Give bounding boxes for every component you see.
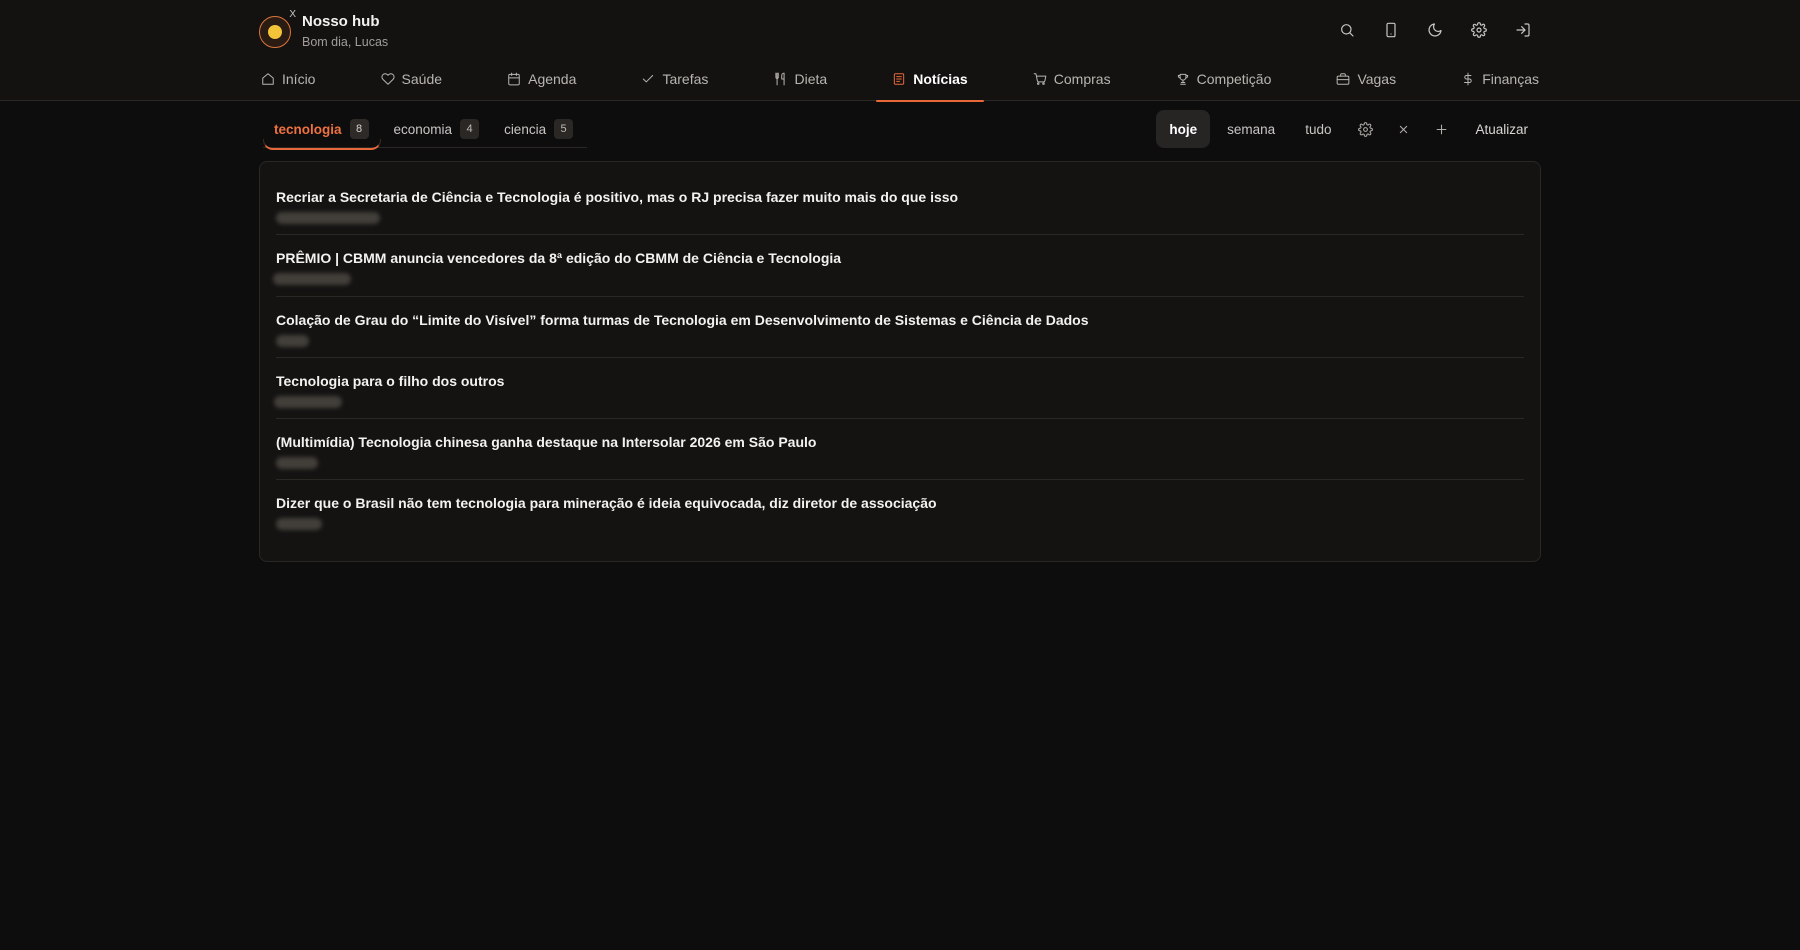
news-item[interactable]: PRÊMIO | CBMM anuncia vencedores da 8ª e… — [273, 235, 1524, 297]
nav-item-agenda[interactable]: Agenda — [505, 64, 578, 101]
newspaper-icon — [894, 73, 905, 85]
topic-count-badge: 5 — [554, 119, 574, 139]
news-item[interactable]: (Multimídia) Tecnologia chinesa ganha de… — [276, 419, 1524, 481]
news-title[interactable]: Dizer que o Brasil não tem tecnologia pa… — [276, 495, 1524, 512]
news-list: Recriar a Secretaria de Ciência e Tecnol… — [259, 161, 1541, 562]
avatar-face-icon — [268, 24, 282, 39]
nav-item-label: Tarefas — [662, 71, 709, 87]
nav-item-label: Compras — [1053, 71, 1111, 87]
news-item[interactable]: Tecnologia para o filho dos outros — [274, 358, 1524, 420]
nav-item-label: Competição — [1196, 71, 1272, 87]
topic-label: economia — [393, 121, 453, 137]
close-icon[interactable] — [1386, 110, 1420, 148]
utensils-icon — [775, 72, 786, 86]
nav-item-label: Finanças — [1482, 71, 1539, 87]
nav-item-dieta[interactable]: Dieta — [771, 64, 829, 101]
news-title[interactable]: Colação de Grau do “Limite do Visível” f… — [276, 312, 1524, 329]
news-source-redacted — [273, 273, 351, 286]
home-icon — [262, 73, 274, 85]
topic-tab-tecnologia[interactable]: tecnologia 8 — [263, 111, 381, 150]
check-icon — [643, 75, 654, 83]
calendar-icon — [508, 72, 520, 86]
news-title[interactable]: PRÊMIO | CBMM anuncia vencedores da 8ª e… — [276, 250, 1524, 267]
avatar[interactable]: X — [259, 9, 296, 48]
news-item[interactable]: Colação de Grau do “Limite do Visível” f… — [276, 297, 1524, 358]
briefcase-icon — [1337, 73, 1350, 85]
topic-count-badge: 4 — [460, 119, 480, 139]
news-title[interactable]: Recriar a Secretaria de Ciência e Tecnol… — [276, 189, 1524, 206]
heart-icon — [380, 73, 395, 85]
logout-icon[interactable] — [1505, 16, 1541, 44]
nav-item-financas[interactable]: Finanças — [1459, 64, 1541, 101]
trophy-icon — [1177, 73, 1188, 85]
nav-item-inicio[interactable]: Início — [259, 64, 317, 101]
header-actions — [1329, 16, 1541, 44]
nav-item-tarefas[interactable]: Tarefas — [639, 64, 710, 101]
news-source-redacted — [276, 212, 380, 224]
nav-item-compras[interactable]: Compras — [1031, 64, 1113, 101]
nav-item-label: Dieta — [794, 71, 828, 87]
nav-item-label: Saúde — [401, 71, 443, 87]
search-icon[interactable] — [1329, 16, 1365, 44]
gear-icon[interactable] — [1461, 16, 1497, 44]
nav-item-noticias[interactable]: Notícias — [876, 64, 985, 102]
cart-icon — [1033, 73, 1047, 85]
filter-today-button[interactable]: hoje — [1156, 110, 1211, 148]
period-filters: hoje semana tudo Atualizar — [1156, 110, 1541, 148]
gear-icon[interactable] — [1348, 110, 1382, 148]
dollar-icon — [1464, 72, 1472, 86]
topic-label: ciencia — [504, 121, 547, 137]
nav-item-saude[interactable]: Saúde — [379, 64, 444, 101]
topic-count-badge: 8 — [349, 119, 369, 139]
news-item[interactable]: Dizer que o Brasil não tem tecnologia pa… — [276, 480, 1524, 541]
news-source-redacted — [274, 395, 342, 408]
topic-tab-economia[interactable]: economia 4 — [383, 111, 492, 147]
filter-all-button[interactable]: tudo — [1292, 110, 1344, 148]
brand: X Nosso hub Bom dia, Lucas — [259, 9, 389, 50]
refresh-button[interactable]: Atualizar — [1462, 110, 1541, 148]
nav-item-label: Vagas — [1357, 71, 1397, 87]
app-title: Nosso hub — [302, 13, 380, 30]
news-title[interactable]: (Multimídia) Tecnologia chinesa ganha de… — [276, 434, 1524, 451]
news-title[interactable]: Tecnologia para o filho dos outros — [276, 373, 1524, 390]
plus-icon[interactable] — [1424, 110, 1458, 148]
news-item[interactable]: Recriar a Secretaria de Ciência e Tecnol… — [276, 174, 1524, 236]
main-nav: Início Saúde Agenda Tarefas Dieta Notíci… — [259, 64, 1541, 102]
news-source-redacted — [276, 457, 318, 470]
app-header: X Nosso hub Bom dia, Lucas Início Saúde … — [0, 0, 1800, 102]
nav-item-label: Início — [282, 71, 316, 87]
topic-tabs: tecnologia 8 economia 4 ciencia 5 — [263, 111, 588, 150]
moon-icon[interactable] — [1417, 16, 1453, 44]
nav-item-competicao[interactable]: Competição — [1174, 64, 1274, 101]
avatar-badge: X — [289, 8, 296, 20]
mobile-icon[interactable] — [1373, 16, 1409, 44]
news-source-redacted — [276, 518, 322, 531]
filter-week-button[interactable]: semana — [1214, 110, 1288, 148]
greeting: Bom dia, Lucas — [302, 35, 389, 49]
topic-label: tecnologia — [274, 121, 342, 137]
topic-tab-ciencia[interactable]: ciencia 5 — [493, 111, 585, 147]
nav-item-label: Agenda — [528, 71, 577, 87]
nav-item-label: Notícias — [913, 71, 968, 87]
nav-item-vagas[interactable]: Vagas — [1334, 64, 1398, 101]
news-source-redacted — [276, 334, 309, 347]
